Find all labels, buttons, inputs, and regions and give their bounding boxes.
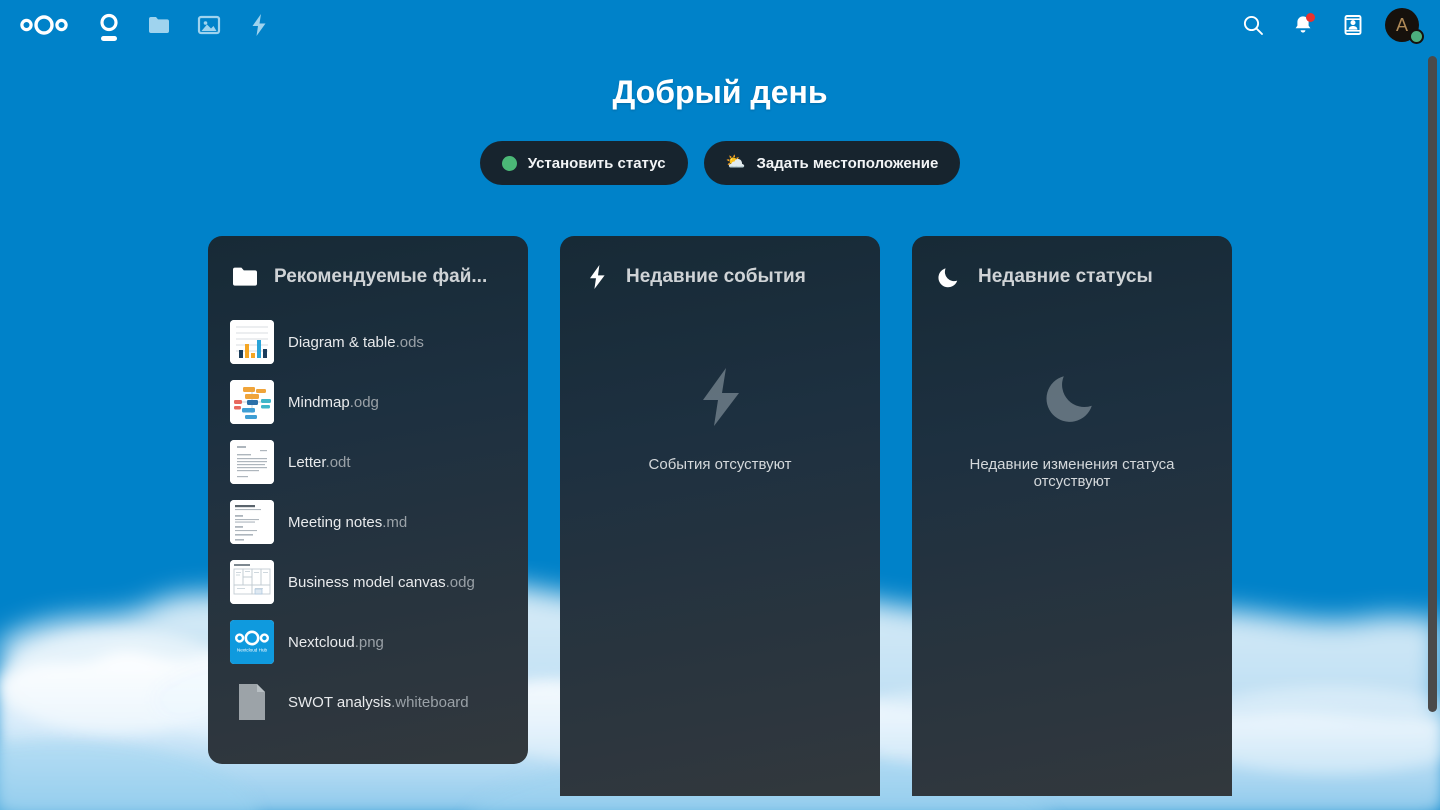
svg-text:Nextcloud Hub: Nextcloud Hub [237,648,268,653]
search-icon[interactable] [1228,0,1278,50]
file-name: SWOT analysis.whiteboard [288,693,469,711]
set-location-button[interactable]: ⛅ Задать местоположение [703,141,961,185]
list-item[interactable]: Business model canvas.odg [226,552,510,612]
avatar[interactable]: A [1378,0,1426,50]
file-name: Nextcloud.png [288,633,384,651]
set-status-button[interactable]: Установить статус [479,141,688,185]
set-location-label: Задать местоположение [756,154,939,172]
dashboard-main: Добрый день Установить статус ⛅ Задать м… [0,50,1440,810]
bell-icon[interactable] [1278,0,1328,50]
list-item[interactable]: Letter.odt [226,432,510,492]
folder-icon [232,264,258,290]
file-list: Diagram & table.ods Mindmap.odg Letter.o… [226,312,510,732]
online-dot-icon [501,155,517,171]
file-thumbnail-document [230,440,274,484]
file-name: Mindmap.odg [288,393,379,411]
app-icon-photos[interactable] [184,0,234,50]
contacts-icon[interactable] [1328,0,1378,50]
app-icon-dashboard[interactable] [84,0,134,50]
widget-recent-statuses: Недавние статусы Недавние изменения стат… [912,236,1232,796]
file-thumbnail-spreadsheet-chart [230,320,274,364]
list-item[interactable]: Meeting notes.md [226,492,510,552]
list-item[interactable]: Diagram & table.ods [226,312,510,372]
moon-icon [1041,366,1103,428]
list-item[interactable]: SWOT analysis.whiteboard [226,672,510,732]
widget-recommended-files: Рекомендуемые фай... Diagram & table.ods… [208,236,528,764]
page-title: Добрый день [612,74,828,110]
widget-title: Недавние события [626,266,806,287]
file-thumbnail-canvas [230,560,274,604]
list-item[interactable]: Mindmap.odg [226,372,510,432]
app-icon-activity[interactable] [234,0,284,50]
list-item[interactable]: Nextcloud Hub Nextcloud.png [226,612,510,672]
header-actions: A [1228,0,1426,50]
nextcloud-logo[interactable] [18,9,70,41]
empty-state-text: Недавние изменения статуса отсуствуют [969,456,1175,490]
status-actions: Установить статус ⛅ Задать местоположени… [0,141,1440,185]
file-thumbnail-mindmap [230,380,274,424]
file-name: Meeting notes.md [288,513,408,531]
notification-badge [1306,13,1315,22]
empty-state: Недавние изменения статуса отсуствуют [930,300,1214,490]
widget-header: Недавние события [578,254,862,300]
set-status-label: Установить статус [527,154,666,172]
widget-title: Рекомендуемые фай... [274,266,488,287]
avatar-status-dot [1409,29,1424,44]
file-thumbnail-generic-file [230,680,274,724]
widget-header: Рекомендуемые фай... [226,254,510,300]
file-name: Diagram & table.ods [288,333,424,351]
file-thumbnail-nextcloud-logo: Nextcloud Hub [230,620,274,664]
partly-cloudy-icon: ⛅ [725,154,746,171]
file-name: Letter.odt [288,453,351,471]
lightning-icon [689,366,751,428]
widget-header: Недавние статусы [930,254,1214,300]
widget-recent-events: Недавние события События отсуствуют [560,236,880,796]
app-navigation [84,0,284,50]
scrollbar-thumb[interactable] [1428,56,1437,712]
widget-row: Рекомендуемые фай... Diagram & table.ods… [0,236,1440,796]
file-name: Business model canvas.odg [288,573,475,591]
scrollbar[interactable] [1425,50,1440,810]
file-thumbnail-notes [230,500,274,544]
empty-state-text: События отсуствуют [648,456,792,473]
empty-state: События отсуствуют [578,300,862,473]
app-icon-files[interactable] [134,0,184,50]
app-header: A [0,0,1440,50]
widget-title: Недавние статусы [978,266,1153,287]
lightning-icon [584,264,610,290]
moon-icon [936,264,962,290]
